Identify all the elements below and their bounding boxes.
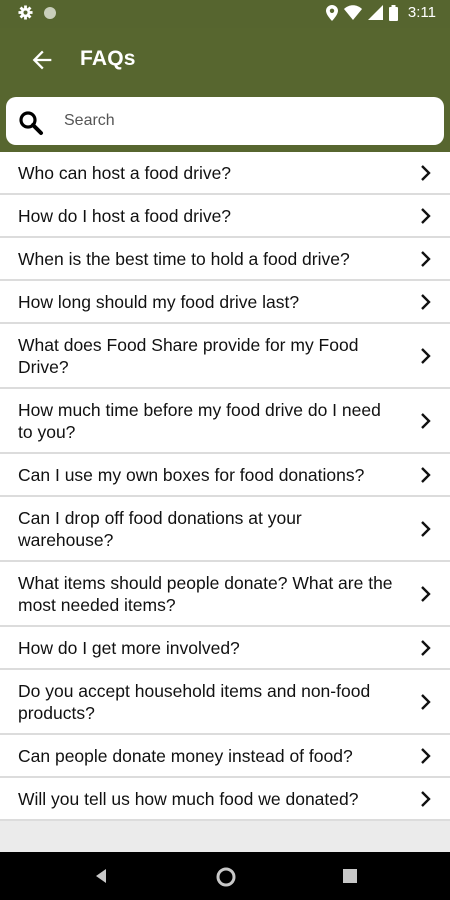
- search-area: [0, 90, 450, 152]
- square-recents-icon: [343, 869, 357, 883]
- search-input[interactable]: [64, 110, 424, 132]
- navigation-bar: [0, 852, 450, 900]
- gear-icon: [18, 5, 33, 20]
- faq-question: How long should my food drive last?: [18, 291, 300, 312]
- faq-question: Can people donate money instead of food?: [18, 745, 353, 766]
- faq-question: Can I use my own boxes for food donation…: [18, 464, 365, 485]
- faq-question: When is the best time to hold a food dri…: [18, 248, 350, 269]
- faq-question: What does Food Share provide for my Food…: [18, 334, 359, 377]
- nav-home-button[interactable]: [216, 867, 236, 892]
- faq-item[interactable]: How long should my food drive last?: [0, 281, 450, 324]
- chevron-right-icon: [421, 585, 431, 602]
- chevron-right-icon: [421, 250, 431, 267]
- faq-item[interactable]: When is the best time to hold a food dri…: [0, 238, 450, 281]
- status-bar: 3:11: [0, 0, 450, 28]
- chevron-right-icon: [421, 466, 431, 483]
- faq-question: Who can host a food drive?: [18, 162, 232, 183]
- page-title: FAQs: [80, 47, 136, 70]
- arrow-left-icon: [32, 50, 52, 70]
- faq-question: How much time before my food drive do I …: [18, 399, 381, 442]
- circle-icon: [44, 6, 56, 19]
- faq-question: How do I get more involved?: [18, 637, 240, 658]
- wifi-icon: [343, 5, 362, 20]
- faq-list: Who can host a food drive? How do I host …: [0, 152, 450, 821]
- circle-home-icon: [216, 867, 236, 887]
- chevron-right-icon: [421, 747, 431, 764]
- faq-item[interactable]: Who can host a food drive?: [0, 152, 450, 195]
- faq-item[interactable]: Can people donate money instead of food?: [0, 735, 450, 778]
- faq-item[interactable]: Will you tell us how much food we donate…: [0, 778, 450, 821]
- chevron-right-icon: [421, 693, 431, 710]
- chevron-right-icon: [421, 293, 431, 310]
- app-bar: FAQs: [0, 28, 450, 90]
- faq-item[interactable]: Can I use my own boxes for food donation…: [0, 454, 450, 497]
- faq-question: Do you accept household items and non-fo…: [18, 680, 371, 723]
- chevron-right-icon: [421, 164, 431, 181]
- faq-item[interactable]: How do I host a food drive?: [0, 195, 450, 238]
- faq-question: Can I drop off food donations at your wa…: [18, 507, 302, 550]
- faq-item[interactable]: What items should people donate? What ar…: [0, 562, 450, 627]
- battery-icon: [388, 4, 398, 21]
- chevron-right-icon: [421, 207, 431, 224]
- search-bar[interactable]: [6, 97, 444, 145]
- search-icon: [19, 111, 43, 135]
- faq-item[interactable]: How do I get more involved?: [0, 627, 450, 670]
- location-icon: [325, 4, 338, 21]
- faq-item[interactable]: Do you accept household items and non-fo…: [0, 670, 450, 735]
- chevron-right-icon: [421, 412, 431, 429]
- faq-question: How do I host a food drive?: [18, 205, 232, 226]
- faq-item[interactable]: What does Food Share provide for my Food…: [0, 324, 450, 389]
- signal-icon: [367, 5, 383, 20]
- chevron-right-icon: [421, 347, 431, 364]
- status-time: 3:11: [407, 4, 436, 21]
- faq-question: What items should people donate? What ar…: [18, 572, 393, 615]
- faq-question: Will you tell us how much food we donate…: [18, 788, 359, 809]
- chevron-right-icon: [421, 790, 431, 807]
- nav-recents-button[interactable]: [343, 869, 357, 888]
- faq-item[interactable]: How much time before my food drive do I …: [0, 389, 450, 454]
- chevron-right-icon: [421, 520, 431, 537]
- triangle-back-icon: [96, 869, 106, 883]
- faq-item[interactable]: Can I drop off food donations at your wa…: [0, 497, 450, 562]
- back-button[interactable]: [28, 46, 56, 74]
- nav-back-button[interactable]: [94, 868, 108, 889]
- chevron-right-icon: [421, 639, 431, 656]
